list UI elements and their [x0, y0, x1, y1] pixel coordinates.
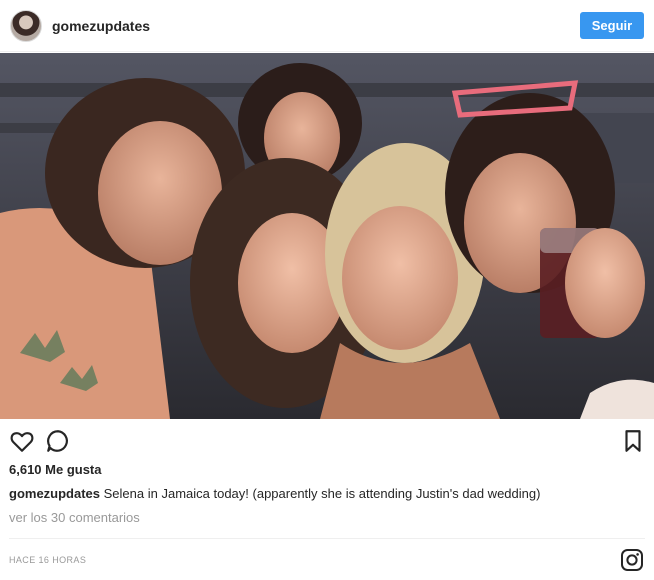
instagram-icon[interactable] — [620, 548, 644, 572]
post-header: gomezupdates Seguir — [0, 0, 654, 52]
follow-button[interactable]: Seguir — [580, 12, 644, 39]
username[interactable]: gomezupdates — [52, 18, 150, 34]
action-bar — [0, 420, 654, 460]
avatar[interactable] — [10, 9, 42, 42]
instagram-post: gomezupdates Seguir 6,610 Me gusta gomez… — [0, 0, 654, 580]
caption-username[interactable]: gomezupdates — [9, 486, 100, 501]
heart-icon[interactable] — [9, 428, 35, 454]
bookmark-icon[interactable] — [620, 428, 646, 454]
view-comments-link[interactable]: ver los 30 comentarios — [9, 510, 140, 525]
post-photo[interactable] — [0, 53, 654, 419]
post-timestamp: HACE 16 HORAS — [9, 555, 87, 565]
divider — [9, 538, 645, 539]
like-count[interactable]: 6,610 Me gusta — [9, 462, 102, 477]
caption-text: Selena in Jamaica today! (apparently she… — [103, 486, 541, 501]
comment-icon[interactable] — [45, 428, 71, 454]
caption: gomezupdates Selena in Jamaica today! (a… — [9, 486, 645, 501]
